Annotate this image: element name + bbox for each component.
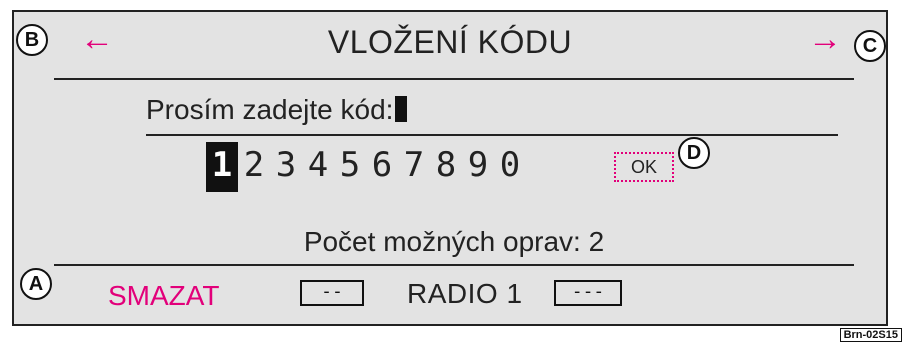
right-placeholder-box: --- <box>554 280 622 306</box>
digit-2[interactable]: 2 <box>238 142 270 192</box>
digit-8[interactable]: 8 <box>430 142 462 192</box>
code-entry-panel: Prosím zadejte kód: 1 2 3 4 5 6 7 8 9 0 … <box>54 78 854 266</box>
delete-button[interactable]: SMAZAT <box>108 280 219 312</box>
source-label: RADIO 1 <box>407 278 523 309</box>
digit-3[interactable]: 3 <box>270 142 302 192</box>
page-title: VLOŽENÍ KÓDU <box>327 24 573 60</box>
digit-9[interactable]: 9 <box>462 142 494 192</box>
figure-code: Brn-02S15 <box>839 328 902 342</box>
display-header: ← VLOŽENÍ KÓDU → <box>14 12 886 78</box>
input-underline <box>146 134 838 136</box>
callout-d: D <box>678 137 710 169</box>
digit-5[interactable]: 5 <box>334 142 366 192</box>
digit-1[interactable]: 1 <box>206 142 238 192</box>
callout-a: A <box>20 268 52 300</box>
radio-display: ← VLOŽENÍ KÓDU → Prosím zadejte kód: 1 2… <box>12 10 888 326</box>
digit-4[interactable]: 4 <box>302 142 334 192</box>
callout-c: C <box>854 30 886 62</box>
digit-7[interactable]: 7 <box>398 142 430 192</box>
text-cursor <box>395 96 408 122</box>
prompt-label: Prosím zadejte kód: <box>146 94 394 125</box>
digit-0[interactable]: 0 <box>494 142 526 192</box>
digit-selector: 1 2 3 4 5 6 7 8 9 0 <box>206 142 526 192</box>
ok-button[interactable]: OK <box>614 152 674 182</box>
digit-6[interactable]: 6 <box>366 142 398 192</box>
callout-b: B <box>16 24 48 56</box>
softkey-bar: SMAZAT -- RADIO 1 --- <box>14 264 886 324</box>
code-prompt: Prosím zadejte kód: <box>146 94 408 126</box>
corrections-remaining: Počet možných oprav: 2 <box>303 226 605 257</box>
left-placeholder-box: -- <box>300 280 364 306</box>
right-arrow-icon[interactable]: → <box>808 22 842 56</box>
